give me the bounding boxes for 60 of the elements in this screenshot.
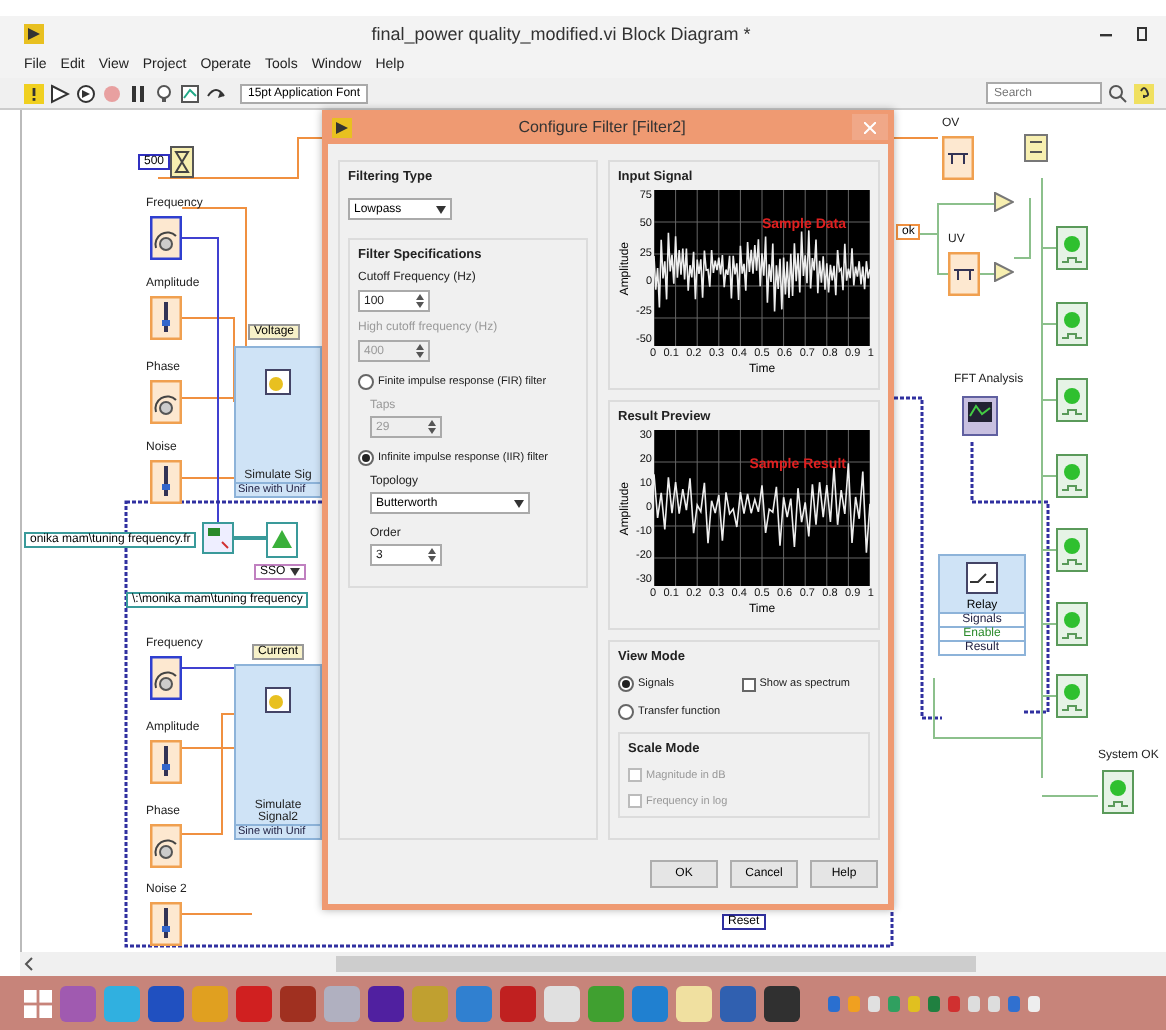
app-logo-icon: [332, 117, 352, 137]
spinner-arrows-icon[interactable]: [416, 294, 424, 308]
horizontal-scrollbar[interactable]: [20, 952, 1166, 976]
knob-control-icon: [150, 656, 182, 700]
caret-icon: [436, 205, 446, 213]
greater-than-icon: [994, 192, 1014, 212]
help-icon[interactable]: [1134, 83, 1154, 103]
app-icon[interactable]: [764, 985, 800, 1021]
led-indicator-icon: [1056, 602, 1088, 646]
led-indicator-icon: [1056, 378, 1088, 422]
radio-button[interactable]: [618, 704, 634, 720]
slider-control-icon: [150, 460, 182, 504]
wait-timer-icon: [170, 146, 194, 178]
run-arrow-icon[interactable]: [50, 83, 70, 103]
graph-indicator-icon: [962, 396, 998, 436]
window-title: final_power quality_modified.vi Block Diagram *: [369, 24, 753, 44]
search-icon[interactable]: [1108, 83, 1128, 103]
led-indicator-icon: [1102, 770, 1134, 814]
dialog-title: Configure Filter [Filter2]: [516, 118, 688, 136]
led-indicator-icon: [1056, 226, 1088, 270]
app-icon[interactable]: [720, 985, 756, 1021]
radio-button[interactable]: [358, 450, 374, 466]
build-array-icon: [1024, 134, 1048, 162]
radio-button[interactable]: [358, 374, 374, 390]
relay-switch-icon: [966, 562, 998, 594]
close-icon: [864, 121, 876, 133]
led-indicator-icon: [1056, 674, 1088, 718]
numeric-control-icon: [942, 136, 974, 180]
windows-start-icon[interactable]: [24, 989, 52, 1017]
led-indicator-icon: [1056, 528, 1088, 572]
restore-button[interactable]: [1134, 26, 1150, 42]
numeric-control-icon: [948, 252, 980, 296]
knob-control-icon: [150, 216, 182, 260]
app-icon[interactable]: [676, 985, 712, 1021]
slider-control-icon: [150, 296, 182, 340]
knob-control-icon: [150, 824, 182, 868]
led-indicator-icon: [1056, 454, 1088, 498]
step-icon[interactable]: [206, 83, 226, 103]
warning-icon[interactable]: [24, 83, 44, 103]
app-icon[interactable]: [500, 985, 536, 1021]
slider-control-icon: [150, 740, 182, 784]
led-indicator-icon: [1056, 302, 1088, 346]
wire: [893, 137, 939, 139]
checkbox[interactable]: [741, 677, 756, 691]
app-icon[interactable]: [148, 985, 184, 1021]
app-icon[interactable]: [280, 985, 316, 1021]
pause-icon[interactable]: [128, 83, 148, 103]
run-continuous-icon[interactable]: [76, 83, 96, 103]
caret-icon: [514, 499, 524, 507]
spinner-arrows-icon[interactable]: [428, 548, 436, 562]
app-logo-icon: [24, 24, 44, 44]
app-icon[interactable]: [368, 985, 404, 1021]
close-button[interactable]: [852, 114, 888, 140]
bulb-icon[interactable]: [154, 83, 174, 103]
greater-than-icon: [994, 262, 1014, 282]
knob-control-icon: [150, 380, 182, 424]
slider-control-icon: [150, 902, 182, 946]
app-icon[interactable]: [544, 985, 580, 1021]
radio-button[interactable]: [618, 676, 634, 692]
caret-icon: [289, 568, 300, 576]
